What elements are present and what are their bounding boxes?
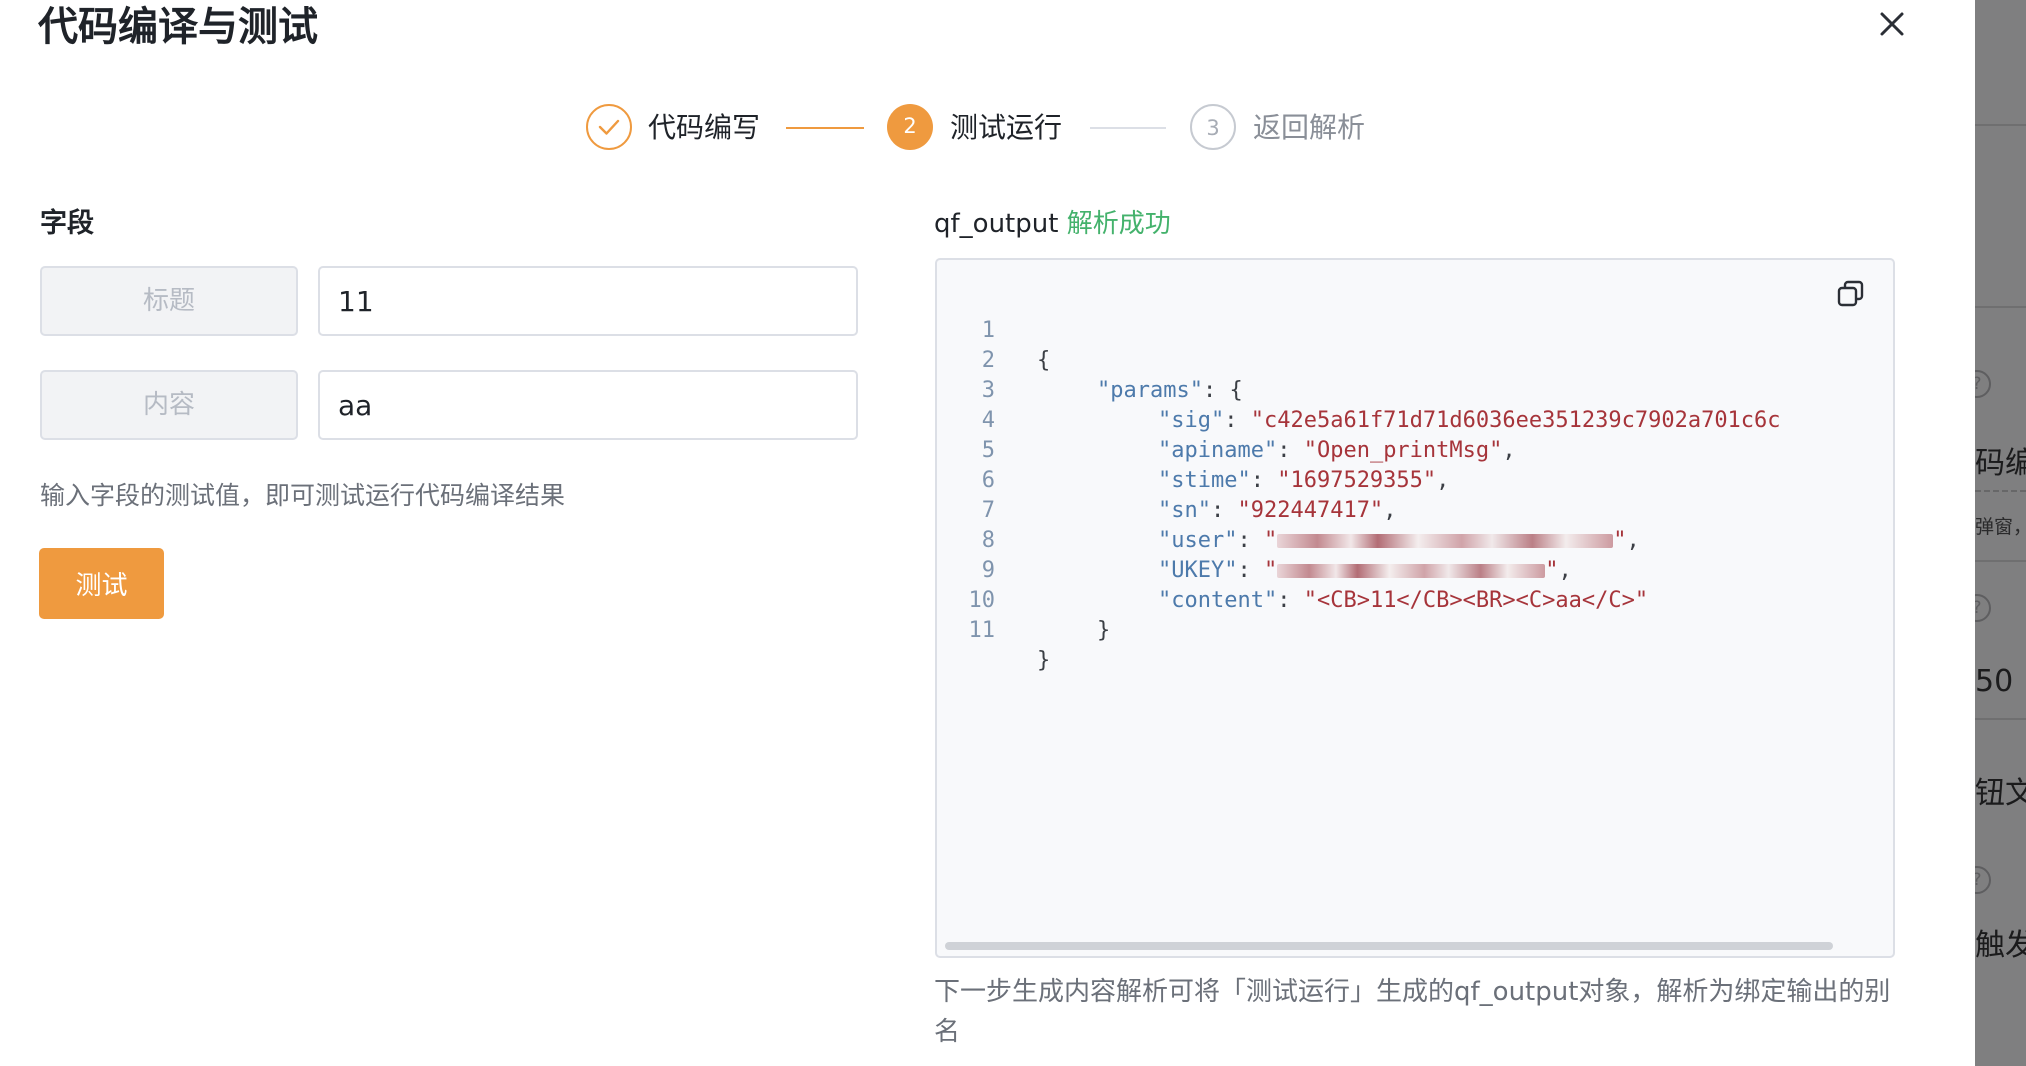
- background-page-overlay: ? 码编 弹窗， ? 50 钮文 ? 触发: [1975, 0, 2026, 1066]
- fields-hint: 输入字段的测试值，即可测试运行代码编译结果: [40, 481, 566, 510]
- output-note: 下一步生成内容解析可将「测试运行」生成的qf_output对象，解析为绑定输出的…: [934, 977, 1891, 1047]
- step-2-label[interactable]: 测试运行: [950, 108, 1062, 148]
- step-1-connector: [786, 127, 864, 129]
- code-line: 7 "user": " ",: [937, 466, 1893, 553]
- question-icon: ?: [1975, 594, 1991, 622]
- output-code-viewer[interactable]: 1 { 2 "params": { 3 "sig": "c42e5a61f71d…: [935, 258, 1895, 958]
- title-value-input[interactable]: [318, 266, 858, 336]
- step-3-label[interactable]: 返回解析: [1253, 108, 1365, 148]
- background-fragment: 触发: [1975, 928, 2026, 963]
- question-icon: ?: [1975, 866, 1991, 894]
- code-line: 5 "stime": "1697529355",: [937, 406, 1893, 493]
- fields-section-title: 字段: [40, 208, 94, 239]
- background-fragment: 钮文: [1975, 776, 2026, 811]
- field-label-title: 标题: [40, 266, 298, 336]
- divider: [1975, 560, 2026, 562]
- code-line: 11 }: [937, 586, 1893, 673]
- step-1-label[interactable]: 代码编写: [648, 108, 760, 148]
- background-fragment: 50: [1975, 664, 2014, 699]
- close-icon[interactable]: [1872, 4, 1912, 44]
- code-line: 6 "sn": "922447417",: [937, 436, 1893, 523]
- code-line: 10 }: [937, 556, 1893, 643]
- field-label-content: 内容: [40, 370, 298, 440]
- divider: [1975, 306, 2026, 308]
- divider: [1975, 718, 2026, 720]
- code-line: 3 "sig": "c42e5a61f71d71d6036ee351239c79…: [937, 346, 1893, 433]
- divider: [1975, 124, 2026, 126]
- code-line: 2 "params": {: [937, 316, 1893, 403]
- divider: [1975, 490, 2026, 492]
- code-compile-test-dialog: 代码编译与测试 代码编写 2 测试运行 3 返回解析 字段 标题 内容 输入字段…: [0, 0, 1975, 1066]
- dialog-title: 代码编译与测试: [38, 4, 318, 50]
- step-2-number-icon: 2: [887, 104, 933, 150]
- code-line: 9 "content": "<CB>11</CB><BR><C>aa</C>": [937, 526, 1893, 613]
- line-number: 11: [968, 618, 996, 643]
- question-icon: ?: [1975, 370, 1991, 398]
- step-3-number-icon: 3: [1190, 104, 1236, 150]
- code-line: 1 {: [937, 286, 1893, 373]
- output-name: qf_output: [934, 209, 1059, 239]
- horizontal-scrollbar[interactable]: [945, 942, 1833, 950]
- code-line: 4 "apiname": "Open_printMsg",: [937, 376, 1893, 463]
- code-line: 8 "UKEY": " ",: [937, 496, 1893, 583]
- output-header: qf_output 解析成功: [934, 205, 1171, 243]
- background-fragment: 码编: [1975, 446, 2026, 481]
- step-2-connector: [1090, 127, 1166, 129]
- content-value-input[interactable]: [318, 370, 858, 440]
- step-1-check-icon: [586, 104, 632, 150]
- parse-status: 解析成功: [1066, 209, 1171, 239]
- test-button[interactable]: 测试: [39, 548, 164, 619]
- background-fragment: 弹窗，: [1975, 516, 2026, 538]
